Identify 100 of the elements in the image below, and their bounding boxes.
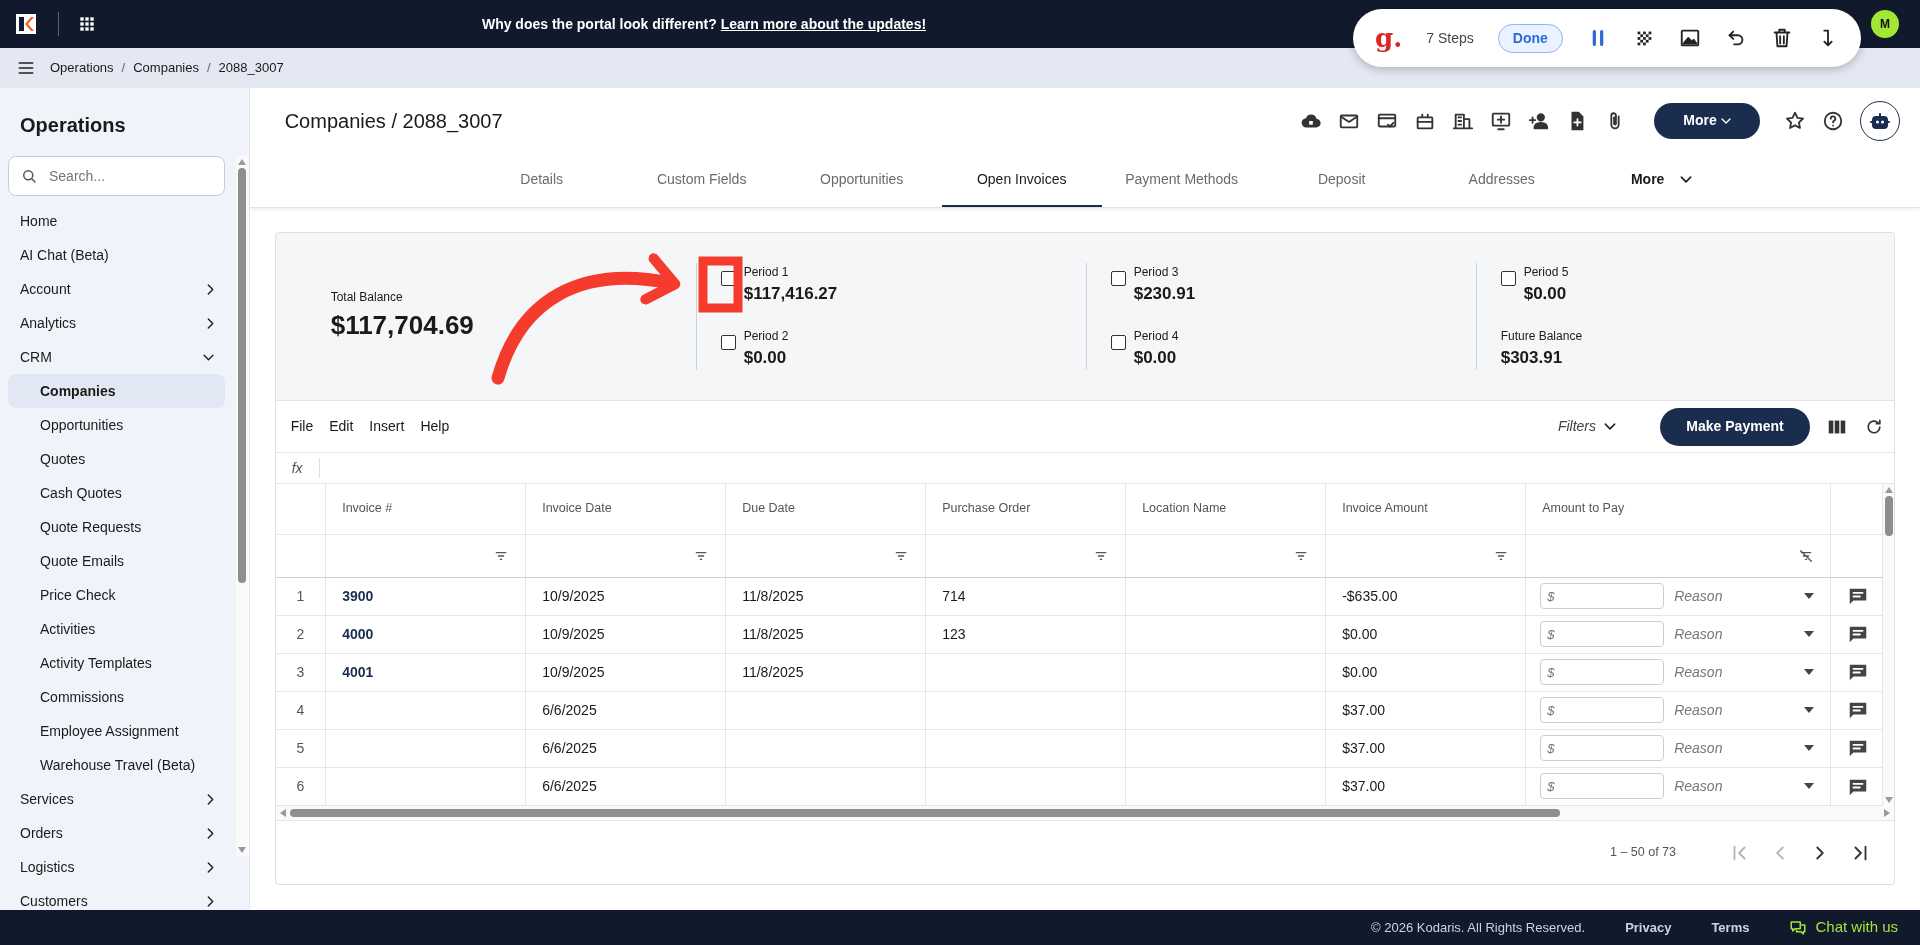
reason-dropdown[interactable]: Reason [1674, 737, 1815, 759]
menu-item[interactable]: Insert [369, 416, 405, 437]
period-amount: $0.00 [1133, 346, 1178, 369]
done-button[interactable]: Done [1497, 23, 1563, 53]
star-icon[interactable] [1784, 109, 1806, 132]
reason-dropdown[interactable]: Reason [1674, 623, 1815, 645]
table-cell: 714 [925, 577, 1126, 616]
amount-input[interactable]: $ [1540, 621, 1665, 648]
tab[interactable]: Open Invoices [941, 153, 1102, 207]
sidebar-subitem[interactable]: Quotes [8, 442, 225, 476]
column-header[interactable]: Location Name [1125, 484, 1326, 535]
company-logo[interactable] [16, 14, 36, 34]
scrollbar[interactable] [1883, 484, 1894, 806]
breadcrumb-link[interactable]: Operations [50, 58, 114, 78]
reason-dropdown[interactable]: Reason [1674, 585, 1815, 607]
scroll-arrow-icon[interactable] [1884, 487, 1893, 493]
breadcrumb-link[interactable]: 2088_3007 [218, 58, 284, 78]
sidebar-item[interactable]: AI Chat (Beta) [0, 238, 230, 272]
amount-input[interactable]: $ [1540, 735, 1665, 762]
total-balance-value: $117,704.69 [330, 309, 475, 342]
caret-icon [1720, 117, 1731, 124]
chevron-down-icon [203, 353, 214, 361]
row-number: 2 [275, 615, 326, 654]
amount-input[interactable]: $ [1540, 773, 1665, 800]
sidebar-item[interactable]: Account [0, 272, 230, 306]
sidebar-item[interactable]: Orders [0, 816, 230, 850]
table-cell: 11/8/2025 [725, 653, 926, 692]
sidebar-item[interactable]: Analytics [0, 306, 230, 340]
filters-dropdown[interactable]: Filters [1557, 416, 1616, 437]
period-checkbox[interactable] [720, 334, 736, 350]
scrollbar[interactable] [275, 806, 1894, 820]
sidebar-subitem[interactable]: Quote Requests [8, 510, 225, 544]
table-cell: 6/6/2025 [525, 691, 726, 730]
tab[interactable]: Custom Fields [621, 153, 782, 207]
apps-icon[interactable] [77, 14, 97, 34]
sidebar-subitem[interactable]: Activity Templates [8, 646, 225, 680]
tab[interactable]: Details [461, 153, 622, 207]
table-cell: -$635.00 [1325, 577, 1526, 616]
page-range: 1 – 50 of 73 [1609, 844, 1676, 862]
breadcrumb-separator: / [121, 59, 126, 78]
footer-link[interactable]: Terms [1711, 917, 1750, 938]
scroll-arrow-icon[interactable] [279, 809, 286, 817]
clear-filter-icon[interactable] [1798, 548, 1815, 565]
column-header[interactable]: Invoice Amount [1325, 484, 1526, 535]
image-icon[interactable] [1678, 27, 1701, 49]
sidebar-item[interactable]: Services [0, 782, 230, 816]
sidebar-subitem[interactable]: Commissions [8, 680, 225, 714]
scroll-arrow-icon[interactable] [238, 847, 247, 853]
sidebar-item[interactable]: Customers [0, 884, 230, 918]
breadcrumb-link[interactable]: Companies [133, 58, 199, 78]
sidebar-subitem[interactable]: Warehouse Travel (Beta) [8, 748, 225, 782]
sidebar-item[interactable]: Logistics [0, 850, 230, 884]
column-header[interactable]: Amount to Pay [1525, 484, 1831, 535]
user-avatar[interactable]: M [1871, 10, 1899, 38]
more-tab[interactable]: More [1581, 153, 1742, 207]
tab[interactable]: Payment Methods [1101, 153, 1262, 207]
reason-dropdown[interactable]: Reason [1674, 661, 1815, 683]
sidebar-item[interactable]: Home [0, 204, 230, 238]
tab[interactable]: Opportunities [781, 153, 942, 207]
menu-item[interactable]: File [290, 416, 314, 437]
sidebar-subitem[interactable]: Price Check [8, 578, 225, 612]
reason-dropdown[interactable]: Reason [1674, 775, 1815, 797]
period-checkbox[interactable] [1110, 271, 1126, 286]
footer-link[interactable]: Privacy [1625, 917, 1672, 938]
period-amount: $230.91 [1133, 283, 1196, 305]
scrollbar-thumb[interactable] [1884, 496, 1893, 536]
highlight-box [698, 256, 743, 313]
scroll-arrow-icon[interactable] [238, 159, 247, 165]
help-icon[interactable] [1822, 109, 1844, 132]
sidebar-item[interactable]: CRM [0, 340, 230, 374]
banner-link[interactable]: Learn more about the updates! [720, 15, 927, 32]
menu-item[interactable]: Edit [329, 416, 354, 437]
sidebar-subitem[interactable]: Employee Assignment [8, 714, 225, 748]
column-header[interactable]: Due Date [725, 484, 926, 535]
make-payment-button[interactable]: Make Payment [1660, 407, 1810, 446]
column-header[interactable]: Invoice Date [525, 484, 726, 535]
scrollbar-thumb[interactable] [238, 168, 247, 583]
sidebar-subitem[interactable]: Quote Emails [8, 544, 225, 578]
amount-input[interactable]: $ [1540, 583, 1665, 610]
period-checkbox[interactable] [1110, 334, 1126, 350]
chat-link[interactable]: Chat with us [1789, 916, 1898, 939]
search-field[interactable]: Search... [8, 156, 225, 196]
scrollbar-thumb[interactable] [289, 809, 1560, 817]
reason-dropdown[interactable]: Reason [1674, 699, 1815, 721]
table-cell: 11/8/2025 [725, 615, 926, 654]
sidebar-subitem[interactable]: Companies [8, 374, 225, 408]
sidebar-subitem[interactable]: Cash Quotes [8, 476, 225, 510]
sidebar-subitem[interactable]: Activities [8, 612, 225, 646]
scrollbar[interactable] [235, 156, 249, 856]
tab[interactable]: Addresses [1421, 153, 1582, 207]
tab[interactable]: Deposit [1261, 153, 1422, 207]
period-checkbox[interactable] [1500, 271, 1516, 286]
amount-input[interactable]: $ [1540, 697, 1665, 724]
column-header[interactable]: Purchase Order [925, 484, 1126, 535]
menu-item[interactable]: Help [420, 416, 450, 437]
sidebar-subitem[interactable]: Opportunities [8, 408, 225, 442]
more-button[interactable]: More [1654, 102, 1760, 139]
chevron-down-icon [1680, 175, 1693, 183]
amount-input[interactable]: $ [1540, 659, 1665, 686]
column-header[interactable]: Invoice # [325, 484, 526, 535]
